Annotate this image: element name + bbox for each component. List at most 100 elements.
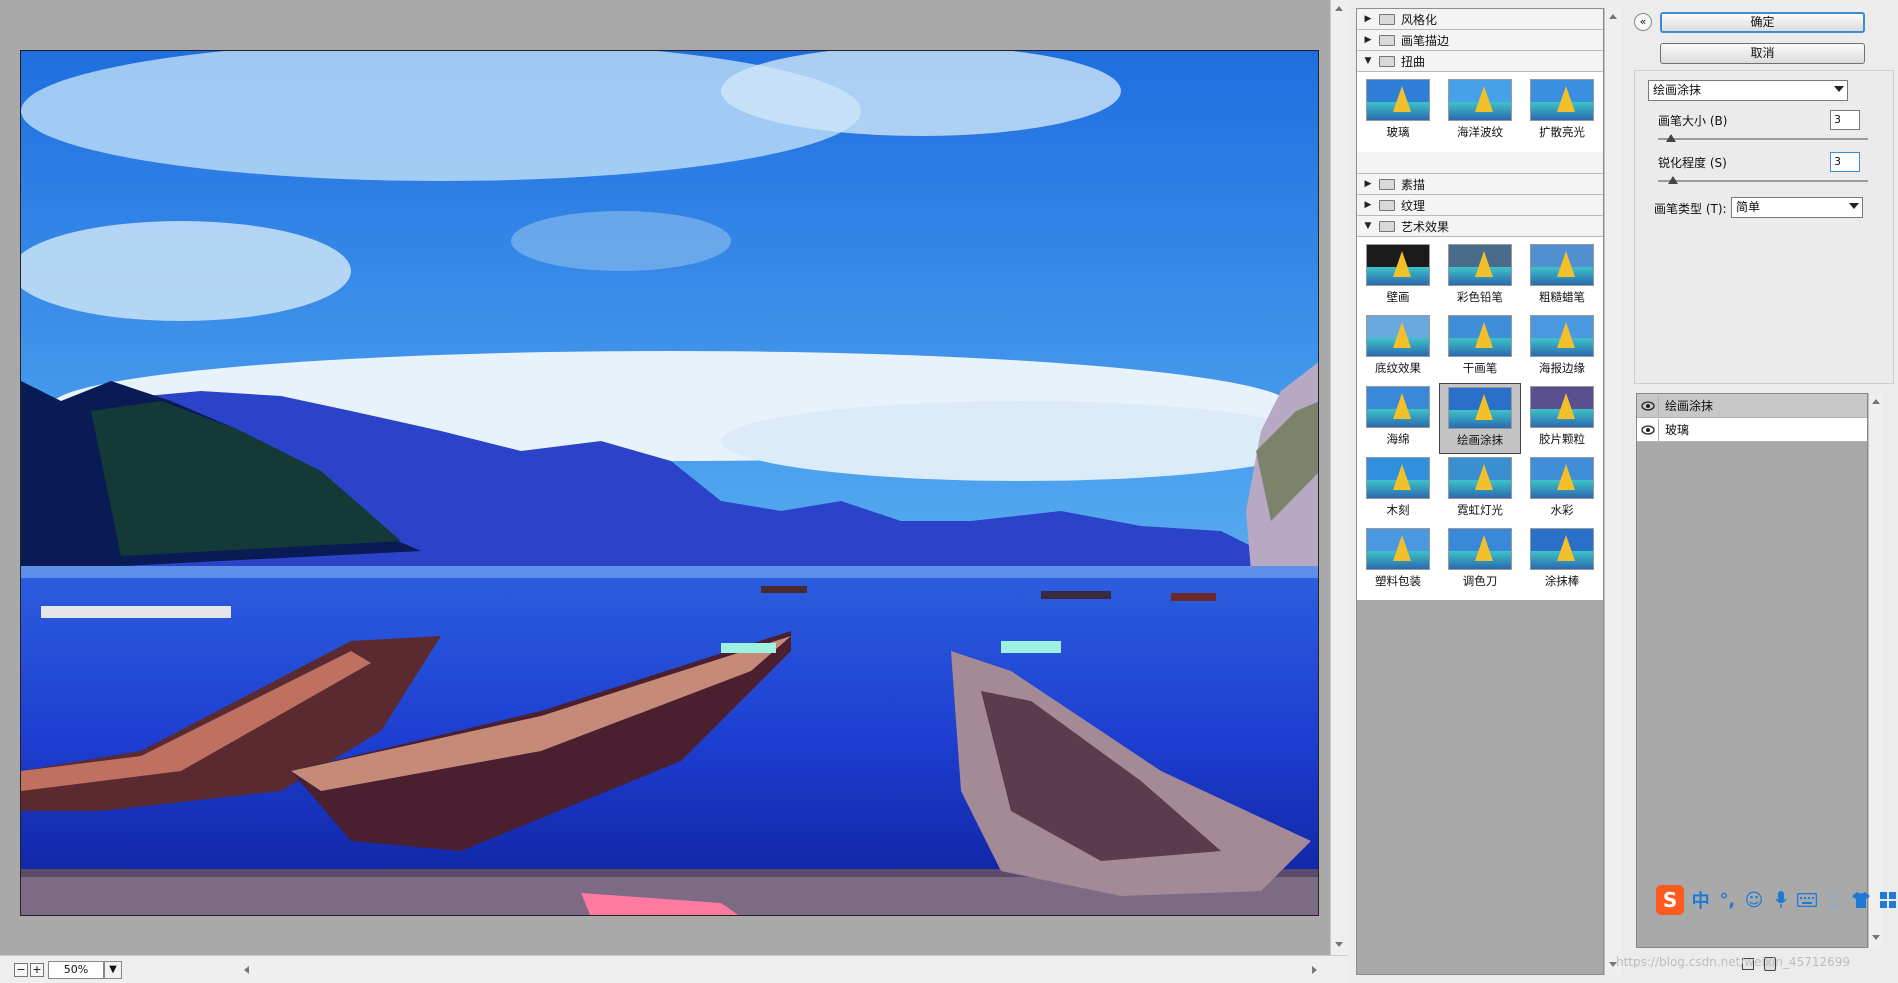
- sharpness-input[interactable]: 3: [1830, 152, 1860, 172]
- filter-label: 胶片颗粒: [1539, 432, 1585, 446]
- distort-filters-grid: 玻璃 海洋波纹 扩散亮光: [1357, 72, 1603, 152]
- artistic-filters-grid: 壁画 彩色铅笔 粗糙蜡笔 底纹效果 干画笔 海报边缘 海绵 绘画涂抹 胶片颗粒 …: [1357, 237, 1603, 600]
- effect-layer-row-active[interactable]: 绘画涂抹: [1637, 394, 1867, 418]
- sogou-logo-icon[interactable]: S: [1656, 885, 1685, 915]
- filter-select-value: 绘画涂抹: [1653, 83, 1702, 97]
- expand-triangle-icon[interactable]: ▶: [1357, 179, 1379, 189]
- filter-thumb[interactable]: 粗糙蜡笔: [1521, 241, 1603, 312]
- filter-preview-thumbnail: [1530, 244, 1594, 286]
- microphone-icon[interactable]: [1770, 889, 1791, 911]
- sailboat-graphic: [1475, 464, 1493, 490]
- scroll-left-arrow-icon[interactable]: [244, 966, 249, 974]
- zoom-dropdown-button[interactable]: ▼: [104, 961, 122, 979]
- eye-icon[interactable]: [1637, 418, 1659, 441]
- brush-type-select[interactable]: 简单: [1731, 197, 1863, 218]
- category-label: 艺术效果: [1401, 219, 1450, 234]
- zoom-in-button[interactable]: +: [30, 963, 44, 977]
- sharpness-label: 锐化程度 (S): [1658, 156, 1727, 170]
- chevron-down-icon: [1849, 203, 1859, 209]
- filter-label: 霓虹灯光: [1457, 503, 1503, 517]
- cancel-button[interactable]: 取消: [1660, 43, 1865, 64]
- filter-thumb[interactable]: 海报边缘: [1521, 312, 1603, 383]
- sailboat-graphic: [1475, 86, 1493, 112]
- sailboat-graphic: [1393, 251, 1411, 277]
- filter-preview-thumbnail: [1366, 244, 1430, 286]
- filter-thumb[interactable]: 霓虹灯光: [1439, 454, 1521, 525]
- collapse-triangle-icon[interactable]: ▼: [1357, 221, 1379, 231]
- filter-thumb[interactable]: 木刻: [1357, 454, 1439, 525]
- category-artistic[interactable]: ▼ 艺术效果: [1357, 216, 1603, 237]
- effect-layers-scrollbar[interactable]: [1868, 393, 1882, 948]
- expand-triangle-icon[interactable]: ▶: [1357, 200, 1379, 210]
- skin-shirt-icon[interactable]: [1851, 889, 1872, 911]
- folder-icon: [1379, 34, 1395, 46]
- sailboat-graphic: [1393, 393, 1411, 419]
- filter-select[interactable]: 绘画涂抹: [1648, 80, 1848, 101]
- expand-triangle-icon[interactable]: ▶: [1357, 35, 1379, 45]
- effect-layer-row[interactable]: 玻璃: [1637, 418, 1867, 442]
- filter-gallery-scrollbar[interactable]: [1604, 8, 1622, 975]
- ime-language-toggle[interactable]: 中: [1690, 889, 1711, 912]
- brush-size-slider[interactable]: [1658, 138, 1868, 140]
- ok-button[interactable]: 确定: [1660, 12, 1865, 33]
- toolbox-grid-icon[interactable]: [1877, 889, 1898, 911]
- eye-icon[interactable]: [1637, 394, 1659, 417]
- scroll-down-arrow-icon[interactable]: [1335, 942, 1343, 947]
- brush-size-slider-knob[interactable]: [1665, 134, 1676, 142]
- filter-preview-thumbnail: [1366, 457, 1430, 499]
- keyboard-icon[interactable]: [1797, 889, 1818, 911]
- filter-preview-thumbnail: [1448, 387, 1512, 429]
- zoom-out-button[interactable]: −: [14, 963, 28, 977]
- filter-preview-thumbnail: [1366, 79, 1430, 121]
- filter-thumb[interactable]: 海绵: [1357, 383, 1439, 454]
- brush-size-input[interactable]: 3: [1830, 110, 1860, 130]
- filter-thumb[interactable]: 胶片颗粒: [1521, 383, 1603, 454]
- scroll-down-arrow-icon[interactable]: [1872, 935, 1880, 940]
- watermark-text: https://blog.csdn.net/weixin_45712699: [1616, 955, 1851, 969]
- filter-thumb[interactable]: 扩散亮光: [1521, 76, 1603, 147]
- filter-thumb[interactable]: 玻璃: [1357, 76, 1439, 147]
- scroll-right-arrow-icon[interactable]: [1312, 966, 1317, 974]
- filter-thumb[interactable]: 底纹效果: [1357, 312, 1439, 383]
- scroll-up-arrow-icon[interactable]: [1335, 6, 1343, 11]
- filter-thumb-selected[interactable]: 绘画涂抹: [1439, 383, 1521, 454]
- filter-thumb[interactable]: 海洋波纹: [1439, 76, 1521, 147]
- collapse-triangle-icon[interactable]: ▼: [1357, 56, 1379, 66]
- category-stylize[interactable]: ▶ 风格化: [1357, 9, 1603, 30]
- filter-thumb[interactable]: 壁画: [1357, 241, 1439, 312]
- filter-thumb[interactable]: 干画笔: [1439, 312, 1521, 383]
- scroll-up-arrow-icon[interactable]: [1609, 14, 1617, 19]
- category-distort[interactable]: ▼ 扭曲: [1357, 51, 1603, 72]
- preview-horizontal-scrollbar[interactable]: [240, 964, 1326, 976]
- category-label: 素描: [1401, 177, 1426, 192]
- filter-label: 木刻: [1386, 503, 1410, 517]
- user-icon[interactable]: [1824, 889, 1845, 911]
- filter-thumb[interactable]: 调色刀: [1439, 525, 1521, 596]
- emoji-icon[interactable]: ☺: [1744, 889, 1765, 911]
- folder-icon: [1379, 199, 1395, 211]
- sailboat-graphic: [1393, 535, 1411, 561]
- category-brush-strokes[interactable]: ▶ 画笔描边: [1357, 30, 1603, 51]
- collapse-gallery-icon[interactable]: «: [1634, 13, 1652, 31]
- expand-triangle-icon[interactable]: ▶: [1357, 14, 1379, 24]
- filter-preview-thumbnail: [1448, 528, 1512, 570]
- sharpness-slider[interactable]: [1658, 180, 1868, 182]
- gallery-gap: [1357, 152, 1603, 174]
- sharpness-slider-knob[interactable]: [1667, 176, 1678, 184]
- scroll-up-arrow-icon[interactable]: [1872, 399, 1880, 404]
- filter-thumb[interactable]: 涂抹棒: [1521, 525, 1603, 596]
- ime-punctuation-toggle[interactable]: °,: [1717, 889, 1738, 911]
- preview-vertical-scrollbar[interactable]: [1330, 0, 1348, 955]
- category-sketch[interactable]: ▶ 素描: [1357, 174, 1603, 195]
- filter-thumb[interactable]: 彩色铅笔: [1439, 241, 1521, 312]
- filter-label: 扩散亮光: [1539, 125, 1585, 139]
- filter-thumb[interactable]: 水彩: [1521, 454, 1603, 525]
- category-texture[interactable]: ▶ 纹理: [1357, 195, 1603, 216]
- filter-label: 海报边缘: [1539, 361, 1585, 375]
- sailboat-graphic: [1475, 322, 1493, 348]
- filter-preview-thumbnail: [1366, 386, 1430, 428]
- filter-thumb[interactable]: 塑料包装: [1357, 525, 1439, 596]
- preview-image[interactable]: [20, 50, 1319, 916]
- zoom-level-field[interactable]: 50%: [48, 961, 104, 979]
- filter-gallery: ▶ 风格化 ▶ 画笔描边 ▼ 扭曲 玻璃 海洋波纹 扩散亮光 ▶ 素描 ▶ 纹理…: [1356, 8, 1604, 975]
